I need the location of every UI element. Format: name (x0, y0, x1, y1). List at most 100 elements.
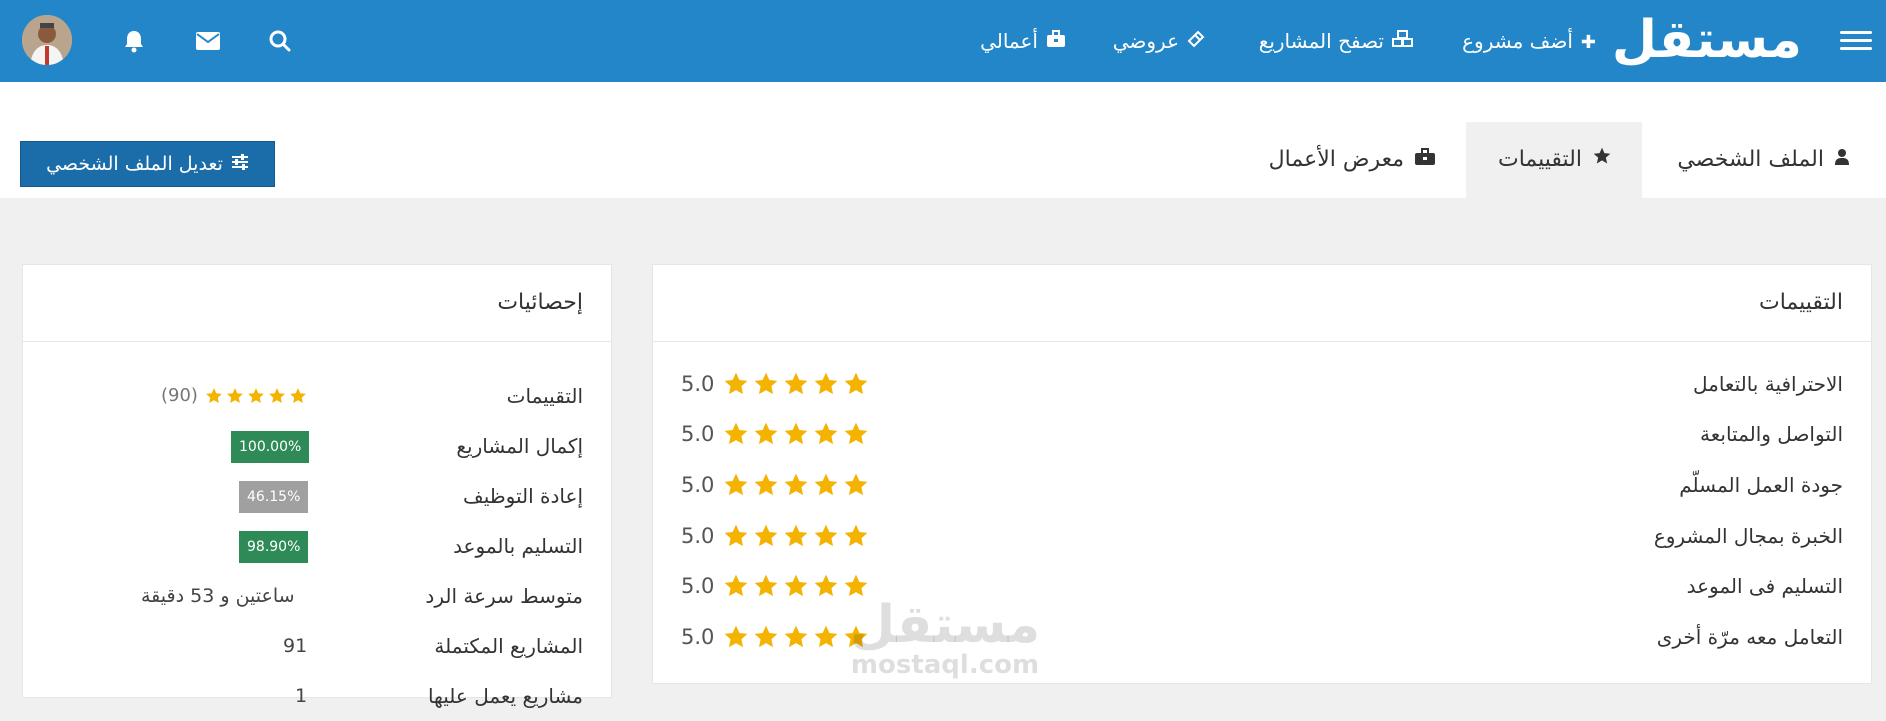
star-icon (724, 625, 748, 648)
review-label: الخبرة بمجال المشروع (1653, 524, 1843, 548)
star-icon (784, 422, 808, 445)
star-icon (1592, 123, 1612, 199)
star-icon (754, 625, 778, 648)
star-icon (724, 524, 748, 547)
tab-profile-label: الملف الشخصي (1677, 147, 1824, 172)
user-icon (1834, 123, 1850, 199)
search-icon[interactable] (262, 24, 298, 58)
nav-my-offers[interactable]: عروضي (1113, 26, 1205, 58)
stat-label: المشاريع المكتملة (434, 634, 583, 658)
stat-row-ratings: التقييمات (90) (23, 371, 611, 421)
star-icon (227, 388, 243, 404)
avatar[interactable] (22, 15, 72, 65)
profile-tabs-bar: الملف الشخصي التقييمات معرض الأعمال تعدي… (0, 82, 1886, 198)
edit-profile-button[interactable]: تعديل الملف الشخصي (20, 141, 275, 187)
review-score: 5.0 (681, 625, 715, 649)
ticket-icon (1187, 28, 1205, 58)
review-label: جودة العمل المسلّم (1679, 473, 1843, 497)
nav-my-works[interactable]: أعمالي (980, 26, 1066, 58)
mail-icon[interactable] (190, 24, 226, 58)
stat-row-response: متوسط سرعة الرد ساعتين و 53 دقيقة (23, 571, 611, 621)
review-row: التسليم فى الموعد 5.0 (653, 561, 1871, 611)
review-score: 5.0 (681, 574, 715, 598)
ratings-count: (90) (161, 385, 198, 406)
star-icon (754, 473, 778, 496)
stat-value: 1 (295, 685, 308, 707)
stat-label: التقييمات (506, 384, 583, 408)
review-score: 5.0 (681, 372, 715, 396)
star-icon (844, 473, 868, 496)
bell-icon[interactable] (116, 24, 152, 58)
star-icon (248, 388, 264, 404)
stat-label: مشاريع يعمل عليها (427, 684, 583, 708)
nav-add-project[interactable]: ✚ أضف مشروع (1462, 26, 1596, 58)
stat-label: متوسط سرعة الرد (425, 584, 583, 608)
star-icon (784, 524, 808, 547)
star-icon (784, 574, 808, 597)
menu-icon[interactable] (1840, 26, 1872, 56)
review-row: الخبرة بمجال المشروع 5.0 (653, 511, 1871, 561)
star-icon (784, 372, 808, 395)
star-rating (723, 371, 869, 397)
completion-badge: 100.00% (231, 431, 310, 463)
star-rating (723, 573, 869, 599)
star-icon (290, 388, 306, 404)
review-label: التعامل معه مرّة أخرى (1656, 625, 1843, 649)
star-icon (784, 625, 808, 648)
briefcase-icon (1414, 123, 1436, 199)
star-icon (814, 473, 838, 496)
star-rating (723, 421, 869, 447)
star-icon (844, 422, 868, 445)
tab-portfolio-label: معرض الأعمال (1268, 147, 1404, 172)
tab-portfolio[interactable]: معرض الأعمال (1266, 122, 1466, 198)
review-row: جودة العمل المسلّم 5.0 (653, 460, 1871, 510)
plus-icon: ✚ (1580, 32, 1596, 53)
site-logo[interactable]: مستقل (1612, 10, 1802, 70)
rehire-badge: 46.15% (239, 481, 309, 513)
star-icon (814, 574, 838, 597)
cubes-icon (1392, 28, 1414, 58)
review-row: التواصل والمتابعة 5.0 (653, 409, 1871, 459)
star-icon (784, 473, 808, 496)
nav-browse-projects-label: تصفح المشاريع (1258, 29, 1384, 53)
star-icon (754, 372, 778, 395)
top-navbar: مستقل ✚ أضف مشروع تصفح المشاريع عروضي أعم… (0, 0, 1886, 82)
star-rating (723, 472, 869, 498)
star-rating (723, 523, 869, 549)
star-rating (723, 624, 869, 650)
star-icon (814, 422, 838, 445)
tab-profile[interactable]: الملف الشخصي (1642, 122, 1886, 198)
nav-my-offers-label: عروضي (1112, 29, 1179, 53)
star-icon (754, 422, 778, 445)
stat-value: 91 (283, 635, 308, 657)
stat-row-on-time: التسليم بالموعد 98.90% (23, 521, 611, 571)
edit-profile-label: تعديل الملف الشخصي (46, 153, 223, 175)
star-rating (205, 387, 307, 405)
nav-browse-projects[interactable]: تصفح المشاريع (1259, 26, 1414, 58)
nav-my-works-label: أعمالي (980, 29, 1038, 53)
review-score: 5.0 (681, 473, 715, 497)
star-icon (844, 574, 868, 597)
reviews-title: التقييمات (653, 265, 1871, 342)
briefcase-icon (1046, 28, 1066, 58)
tab-reviews[interactable]: التقييمات (1466, 122, 1642, 198)
star-icon (724, 473, 748, 496)
stat-label: إكمال المشاريع (456, 434, 583, 458)
review-score: 5.0 (681, 422, 715, 446)
star-icon (206, 388, 222, 404)
star-icon (814, 625, 838, 648)
nav-add-project-label: أضف مشروع (1462, 29, 1573, 53)
reviews-panel: التقييمات الاحترافية بالتعامل 5.0 التواص… (652, 264, 1872, 684)
sliders-icon (231, 142, 249, 186)
stat-label: إعادة التوظيف (463, 484, 583, 508)
review-label: التسليم فى الموعد (1686, 574, 1843, 598)
star-icon (724, 422, 748, 445)
star-icon (814, 524, 838, 547)
star-icon (844, 625, 868, 648)
stat-row-rehire: إعادة التوظيف 46.15% (23, 471, 611, 521)
stats-title: إحصائيات (23, 265, 611, 342)
star-icon (269, 388, 285, 404)
stat-label: التسليم بالموعد (453, 534, 583, 558)
review-row: الاحترافية بالتعامل 5.0 (653, 359, 1871, 409)
star-icon (814, 372, 838, 395)
